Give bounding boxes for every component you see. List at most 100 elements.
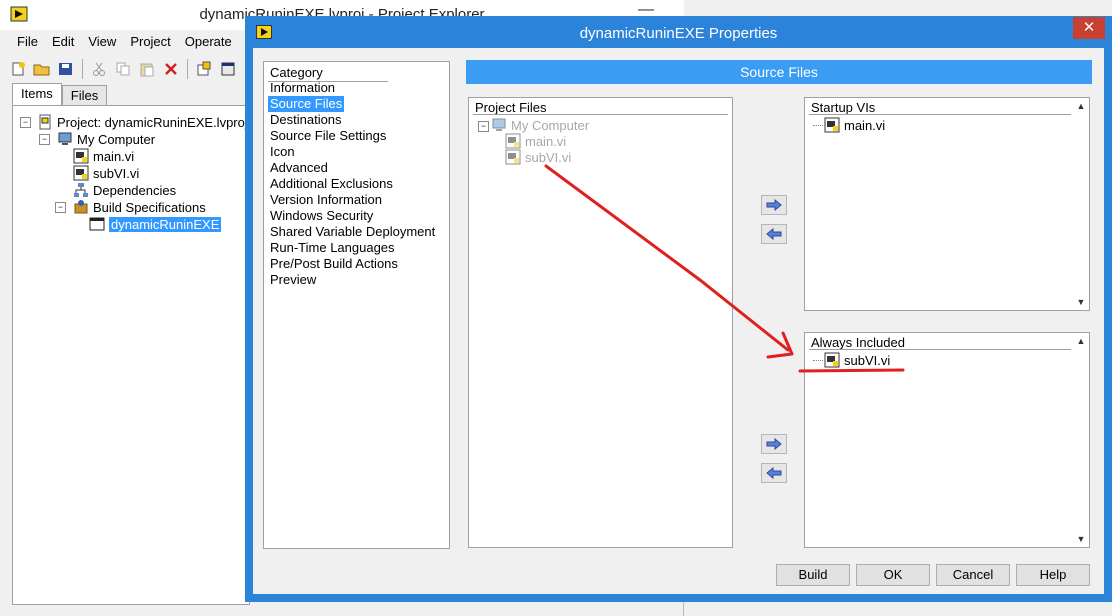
- category-additional-exclusions[interactable]: Additional Exclusions: [270, 176, 393, 192]
- startup-vis-label: Startup VIs: [811, 100, 876, 115]
- tree-connector: [813, 124, 823, 126]
- computer-icon: [492, 118, 506, 131]
- tree-item-my-computer[interactable]: My Computer: [57, 131, 155, 147]
- tree-label: Build Specifications: [93, 199, 206, 215]
- category-run-time-languages[interactable]: Run-Time Languages: [270, 240, 395, 256]
- category-destinations[interactable]: Destinations: [270, 112, 342, 128]
- tree-item-build-specs[interactable]: Build Specifications: [73, 199, 206, 215]
- always-included-list: Always Included subVI.vi ▲ ▼: [804, 332, 1090, 548]
- tab-files[interactable]: Files: [61, 85, 108, 105]
- tree-collapse-toggle[interactable]: −: [20, 117, 31, 128]
- category-windows-security[interactable]: Windows Security: [270, 208, 373, 224]
- toolbar-separator: [82, 59, 83, 79]
- open-icon[interactable]: [32, 59, 52, 79]
- tree-label: My Computer: [77, 131, 156, 147]
- vi-icon: [505, 149, 521, 165]
- arrow-left-icon: [766, 467, 782, 479]
- menu-project[interactable]: Project: [123, 32, 177, 54]
- new-icon[interactable]: [8, 59, 28, 79]
- project-icon: [39, 114, 51, 130]
- section-header: Source Files: [466, 60, 1092, 84]
- scroll-up-icon[interactable]: ▲: [1076, 101, 1086, 111]
- computer-icon: [58, 132, 72, 145]
- arrow-right-icon: [766, 199, 782, 211]
- category-pre-post-build-actions[interactable]: Pre/Post Build Actions: [270, 256, 398, 272]
- tree-item-vi[interactable]: subVI.vi: [73, 165, 139, 181]
- menu-operate[interactable]: Operate: [178, 32, 239, 54]
- properties-icon[interactable]: [218, 59, 238, 79]
- pf-vi-item[interactable]: main.vi: [505, 133, 566, 149]
- close-button[interactable]: ✕: [1073, 17, 1105, 39]
- tree-collapse-toggle[interactable]: −: [55, 202, 66, 213]
- build-icon[interactable]: [194, 59, 214, 79]
- arrow-right-icon: [766, 438, 782, 450]
- help-button[interactable]: Help: [1016, 564, 1090, 586]
- remove-startup-button[interactable]: [761, 224, 787, 244]
- tree-item-project[interactable]: Project: dynamicRuninEXE.lvproj: [37, 114, 248, 130]
- vi-icon: [73, 165, 89, 181]
- menu-edit[interactable]: Edit: [45, 32, 81, 54]
- divider: [473, 114, 728, 115]
- delete-icon[interactable]: [161, 59, 181, 79]
- divider: [809, 349, 1071, 350]
- category-source-file-settings[interactable]: Source File Settings: [270, 128, 386, 144]
- dialog-title: dynamicRuninEXE Properties: [579, 25, 778, 42]
- dependencies-icon: [74, 183, 88, 197]
- tree-item-build[interactable]: dynamicRuninEXE: [89, 216, 222, 232]
- build-specifications-icon: [74, 200, 88, 214]
- project-files-tree: Project Files − My Computer main.vi subV…: [468, 97, 733, 548]
- tree-label: Project: dynamicRuninEXE.lvproj: [57, 114, 248, 130]
- cancel-button[interactable]: Cancel: [936, 564, 1010, 586]
- tree-label: subVI.vi: [525, 149, 572, 165]
- menu-view[interactable]: View: [81, 32, 123, 54]
- application-icon: [89, 217, 105, 231]
- ok-button[interactable]: OK: [856, 564, 930, 586]
- always-included-item[interactable]: subVI.vi: [813, 352, 890, 368]
- add-always-included-button[interactable]: [761, 434, 787, 454]
- scroll-up-icon[interactable]: ▲: [1076, 336, 1086, 346]
- startup-vis-list: Startup VIs main.vi ▲ ▼: [804, 97, 1090, 311]
- vi-icon: [505, 133, 521, 149]
- category-advanced[interactable]: Advanced: [270, 160, 328, 176]
- category-source-files[interactable]: Source Files: [268, 96, 345, 112]
- vi-icon: [824, 117, 840, 133]
- pf-my-computer[interactable]: My Computer: [491, 117, 589, 133]
- tree-label: main.vi: [525, 133, 567, 149]
- paste-icon[interactable]: [137, 59, 157, 79]
- category-preview[interactable]: Preview: [270, 272, 316, 288]
- dialog-body: Category Information Source Files Destin…: [253, 48, 1104, 594]
- build-button[interactable]: Build: [776, 564, 850, 586]
- pe-tab-strip: Items Files: [12, 83, 108, 110]
- pe-toolbar: [8, 56, 248, 82]
- properties-dialog: dynamicRuninEXE Properties ✕ Category In…: [245, 16, 1112, 602]
- category-icon[interactable]: Icon: [270, 144, 295, 160]
- tree-connector: [813, 359, 823, 361]
- tree-collapse-toggle[interactable]: −: [478, 121, 489, 132]
- vi-icon: [73, 148, 89, 164]
- tree-label-selected: dynamicRuninEXE: [109, 216, 222, 232]
- tree-label: subVI.vi: [844, 352, 891, 368]
- cut-icon[interactable]: [89, 59, 109, 79]
- add-startup-button[interactable]: [761, 195, 787, 215]
- tree-collapse-toggle[interactable]: −: [39, 134, 50, 145]
- tree-label: subVI.vi: [93, 165, 140, 181]
- category-information[interactable]: Information: [270, 80, 335, 96]
- category-list: Category Information Source Files Destin…: [263, 61, 450, 549]
- scroll-down-icon[interactable]: ▼: [1076, 534, 1086, 544]
- scroll-down-icon[interactable]: ▼: [1076, 297, 1086, 307]
- tree-item-vi[interactable]: main.vi: [73, 148, 134, 164]
- copy-icon[interactable]: [113, 59, 133, 79]
- category-shared-variable-deployment[interactable]: Shared Variable Deployment: [270, 224, 435, 240]
- tree-label: main.vi: [844, 117, 886, 133]
- remove-always-included-button[interactable]: [761, 463, 787, 483]
- save-all-icon[interactable]: [56, 59, 76, 79]
- tree-item-dependencies[interactable]: Dependencies: [73, 182, 176, 198]
- menu-file[interactable]: File: [10, 32, 45, 54]
- category-header: Category: [270, 65, 323, 80]
- startup-vi-item[interactable]: main.vi: [813, 117, 885, 133]
- vi-icon: [824, 352, 840, 368]
- category-version-information[interactable]: Version Information: [270, 192, 382, 208]
- project-files-label: Project Files: [475, 100, 547, 115]
- always-included-label: Always Included: [811, 335, 905, 350]
- pf-vi-item[interactable]: subVI.vi: [505, 149, 571, 165]
